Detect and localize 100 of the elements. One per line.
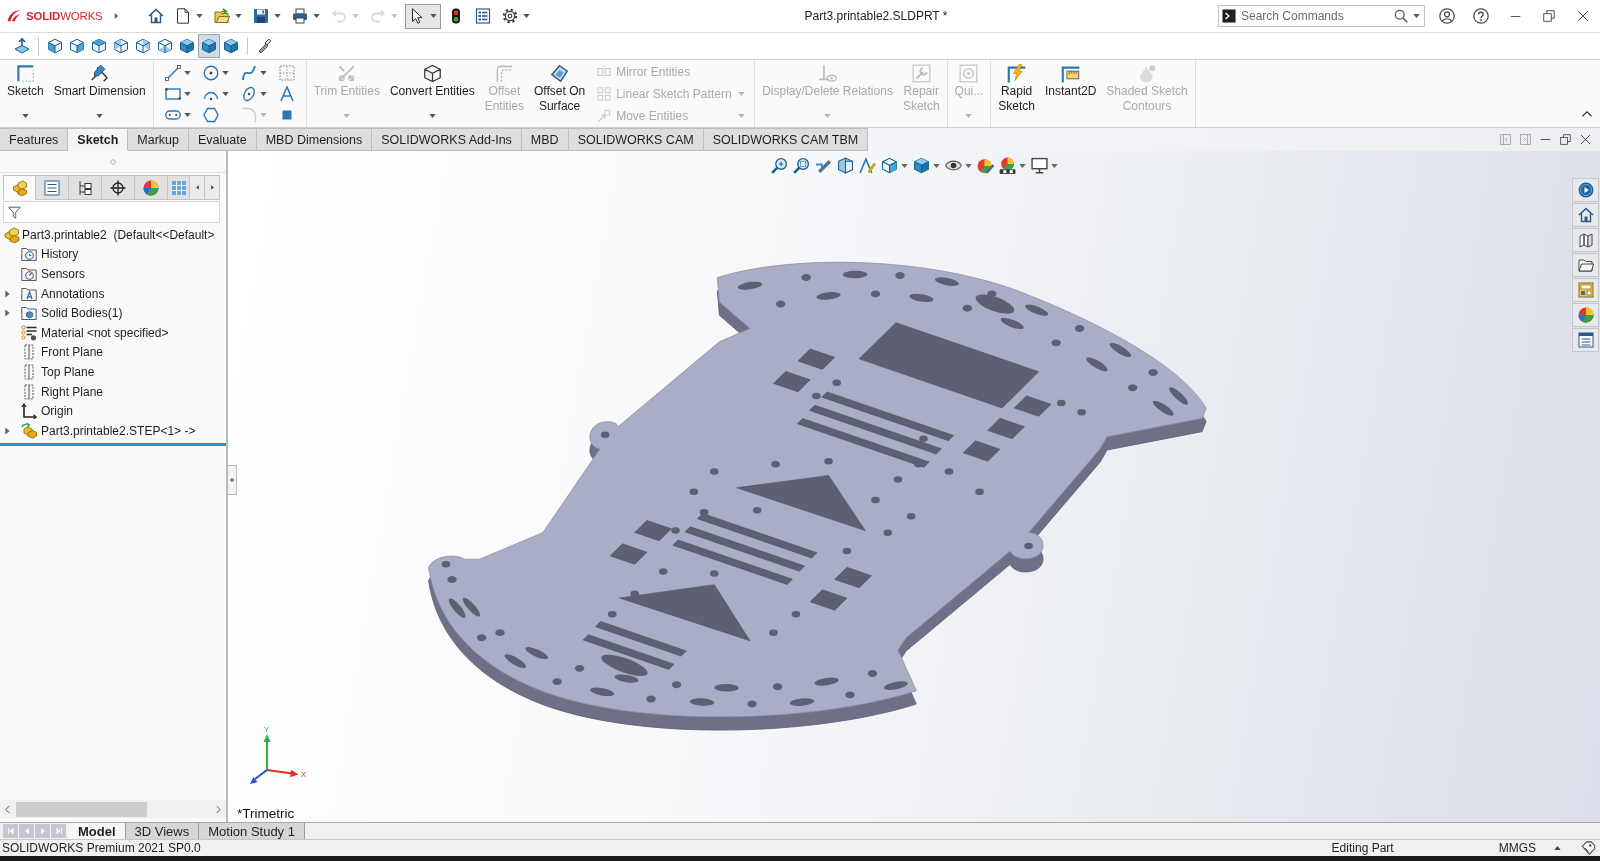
cube-icon[interactable] bbox=[880, 157, 898, 174]
color-ball-checker-icon[interactable] bbox=[998, 157, 1016, 174]
task-pane-tab[interactable] bbox=[1572, 228, 1599, 252]
tree-item[interactable]: Part3.printable2 (Default<<Default> bbox=[22, 227, 215, 242]
command-button[interactable]: Convert Entities bbox=[384, 60, 480, 126]
shaded-cube-icon[interactable] bbox=[912, 157, 930, 174]
magnifier-plus-icon[interactable] bbox=[770, 157, 788, 174]
pencil-corner-icon[interactable] bbox=[814, 157, 832, 174]
document-tab[interactable]: Motion Study 1 bbox=[199, 823, 305, 839]
perpendicular-eye-icon bbox=[818, 64, 837, 83]
tree-item[interactable]: Part3.printable2.STEP<1> -> bbox=[41, 423, 196, 438]
cube-outline-icon bbox=[422, 64, 442, 83]
document-tab[interactable]: Model bbox=[69, 823, 126, 839]
command-button[interactable]: Instant2D bbox=[1039, 60, 1102, 126]
part-blocks-icon bbox=[11, 179, 28, 196]
wrench-icon bbox=[911, 64, 931, 83]
tree-item[interactable]: Top Plane bbox=[41, 364, 95, 379]
panel-tab[interactable] bbox=[102, 175, 135, 200]
command-tab[interactable]: SOLIDWORKS Add-Ins bbox=[372, 128, 522, 151]
caret-icon bbox=[352, 14, 359, 18]
chevron-right-icon[interactable] bbox=[214, 803, 223, 815]
tree-item[interactable]: Sensors bbox=[41, 267, 86, 281]
command-tab[interactable]: SOLIDWORKS CAM TBM bbox=[703, 128, 869, 151]
chevron-left-icon[interactable] bbox=[3, 803, 12, 815]
section-cube-icon[interactable] bbox=[836, 157, 854, 174]
tree-item[interactable]: Material <not specified> bbox=[41, 325, 169, 340]
command-tab[interactable]: Sketch bbox=[68, 128, 129, 151]
rectangle-tool-icon bbox=[164, 85, 181, 102]
folded-pages-icon bbox=[1577, 232, 1594, 248]
panel-tab[interactable] bbox=[69, 175, 102, 200]
color-wheel-icon bbox=[1577, 307, 1594, 323]
window-title: Part3.printable2.SLDPRT * bbox=[804, 9, 948, 23]
save-icon bbox=[253, 8, 269, 24]
expand-arrow-icon[interactable] bbox=[5, 309, 10, 318]
task-pane-tab[interactable] bbox=[1572, 328, 1599, 352]
expand-arrow-icon[interactable] bbox=[5, 426, 10, 435]
offset-curves-icon bbox=[494, 64, 514, 83]
caret-icon bbox=[259, 70, 267, 75]
circle-tool-icon bbox=[202, 64, 219, 81]
unit-system-text[interactable]: MMGS bbox=[1498, 841, 1536, 855]
command-tab[interactable]: SOLIDWORKS CAM bbox=[568, 128, 704, 151]
command-tab[interactable]: MBD Dimensions bbox=[256, 128, 373, 151]
task-pane-tab[interactable] bbox=[1572, 178, 1599, 202]
task-pane-tab[interactable] bbox=[1572, 303, 1599, 327]
caret-icon bbox=[183, 112, 191, 117]
command-button[interactable]: Sketch bbox=[2, 60, 49, 126]
rollback-bar[interactable] bbox=[0, 442, 226, 446]
magnifier-box-icon[interactable] bbox=[792, 157, 810, 174]
panel-collapse-handle[interactable] bbox=[228, 465, 237, 495]
line-tool-icon bbox=[164, 64, 181, 81]
filter-icon bbox=[8, 205, 21, 219]
color-ball-pencil-icon[interactable] bbox=[976, 157, 994, 174]
search-icon[interactable] bbox=[1394, 9, 1408, 23]
settings-icon bbox=[502, 8, 518, 24]
task-pane-tab[interactable] bbox=[1572, 203, 1599, 227]
command-button[interactable]: Offset On Surface bbox=[529, 60, 591, 126]
command-tab[interactable]: Markup bbox=[128, 128, 190, 151]
editing-mode-text: Editing Part bbox=[1331, 841, 1394, 855]
spline-tool-icon bbox=[240, 64, 257, 81]
tree-item[interactable]: Right Plane bbox=[41, 384, 104, 399]
document-tab[interactable]: 3D Views bbox=[125, 823, 200, 839]
select-button[interactable] bbox=[405, 3, 441, 29]
plane-icon bbox=[21, 344, 37, 361]
filter-field[interactable] bbox=[3, 201, 220, 223]
task-pane-tab[interactable] bbox=[1572, 253, 1599, 277]
close-icon[interactable] bbox=[1580, 134, 1591, 145]
caret-icon bbox=[183, 91, 191, 96]
command-tab[interactable]: Evaluate bbox=[189, 128, 257, 151]
command-tab[interactable]: Features bbox=[0, 128, 69, 151]
tree-item[interactable]: Front Plane bbox=[41, 345, 104, 360]
expand-arrow-icon[interactable] bbox=[5, 289, 10, 298]
tree-item[interactable]: Origin bbox=[41, 404, 73, 419]
tag-icon[interactable] bbox=[1581, 841, 1596, 855]
caret-icon bbox=[235, 14, 242, 18]
tree-item[interactable]: Solid Bodies(1) bbox=[41, 306, 123, 321]
wire-cube-icon bbox=[47, 38, 63, 54]
search-field[interactable]: Search Commands bbox=[1241, 7, 1389, 25]
letter-pencil-icon[interactable] bbox=[858, 157, 876, 174]
skip-forward-icon bbox=[54, 827, 63, 835]
restore-icon bbox=[1543, 10, 1555, 22]
tree-item[interactable]: Annotations bbox=[41, 286, 105, 301]
command-button[interactable]: Rapid Sketch bbox=[993, 60, 1040, 126]
task-pane-tab[interactable] bbox=[1572, 278, 1599, 302]
command-tab[interactable]: MBD bbox=[521, 128, 569, 151]
tree-item[interactable]: History bbox=[41, 247, 79, 262]
home-icon bbox=[1577, 207, 1594, 223]
search-box[interactable]: Search Commands bbox=[1218, 5, 1425, 27]
folder-icon bbox=[1577, 257, 1594, 273]
scrollbar-thumb[interactable] bbox=[16, 801, 147, 817]
horizontal-scrollbar[interactable] bbox=[0, 800, 226, 818]
caret-icon bbox=[1018, 163, 1026, 168]
caret-icon bbox=[824, 114, 831, 118]
eye-icon[interactable] bbox=[944, 157, 962, 174]
scissor-lines-icon bbox=[337, 64, 357, 83]
monitor-icon[interactable] bbox=[1030, 157, 1048, 174]
command-button[interactable]: Smart Dimension bbox=[48, 60, 151, 126]
skip-back-icon bbox=[6, 827, 15, 835]
list-icon bbox=[44, 179, 60, 196]
restore-icon[interactable] bbox=[1560, 134, 1571, 145]
view-button[interactable] bbox=[198, 34, 220, 58]
